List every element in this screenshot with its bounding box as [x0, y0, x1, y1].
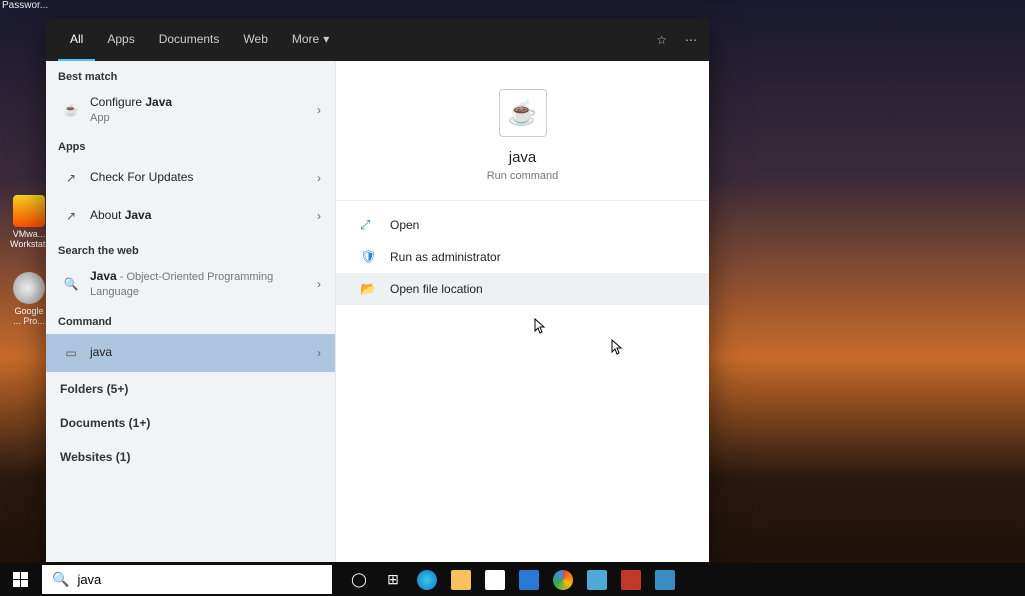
taskbar-app-explorer[interactable] — [446, 563, 476, 596]
result-web-java[interactable]: 🔍 Java - Object-Oriented Programming Lan… — [46, 263, 335, 306]
tab-web[interactable]: Web — [231, 19, 279, 61]
taskbar-app-chrome[interactable] — [548, 563, 578, 596]
cortana-button[interactable]: ◯ — [344, 563, 374, 596]
search-tabs-bar: All Apps Documents Web More▾ ☆ ⋯ — [46, 19, 709, 61]
action-run-as-admin[interactable]: 🛡 Run as administrator — [336, 241, 709, 273]
desktop-icons: VMwa... Workstat... Google ... Pro... — [10, 195, 48, 349]
result-about-java[interactable]: ↗ About Java › — [46, 197, 335, 235]
result-websites[interactable]: Websites (1) — [46, 440, 335, 474]
taskbar-app-generic1[interactable] — [582, 563, 612, 596]
results-list: Best match ☕ Configure JavaApp › Apps ↗ … — [46, 61, 335, 562]
action-label: Open — [390, 218, 419, 232]
preview-pane: ☕ java Run command ⤢ Open 🛡 Run as admin… — [335, 61, 709, 562]
update-icon: ↗ — [60, 171, 82, 185]
cursor-icon — [534, 318, 546, 334]
section-apps: Apps — [46, 131, 335, 159]
action-label: Open file location — [390, 282, 483, 296]
taskview-button[interactable]: ⊞ — [378, 563, 408, 596]
command-icon: ▭ — [60, 346, 82, 360]
about-icon: ↗ — [60, 209, 82, 223]
tab-more[interactable]: More▾ — [280, 19, 341, 61]
desktop-shortcut-googleearth[interactable]: Google ... Pro... — [10, 272, 48, 326]
section-search-web: Search the web — [46, 235, 335, 263]
admin-icon: 🛡 — [360, 249, 380, 265]
tab-apps[interactable]: Apps — [95, 19, 146, 61]
start-button[interactable] — [0, 563, 40, 596]
search-icon: 🔍 — [60, 277, 82, 291]
section-best-match: Best match — [46, 61, 335, 89]
taskbar: 🔍 ◯ ⊞ — [0, 563, 1025, 596]
action-open-file-location[interactable]: 📂 Open file location — [336, 273, 709, 305]
chevron-right-icon: › — [317, 346, 321, 360]
chevron-right-icon: › — [317, 209, 321, 223]
taskbar-search[interactable]: 🔍 — [42, 565, 332, 594]
result-folders[interactable]: Folders (5+) — [46, 372, 335, 406]
preview-title: java — [336, 149, 709, 166]
windows-logo-icon — [13, 572, 28, 587]
desktop-shortcut-vmware[interactable]: VMwa... Workstat... — [10, 195, 48, 249]
action-label: Run as administrator — [390, 250, 501, 264]
cursor-icon — [611, 339, 623, 355]
java-app-icon: ☕ — [499, 89, 547, 137]
taskbar-app-mail[interactable] — [514, 563, 544, 596]
open-icon: ⤢ — [360, 217, 380, 233]
result-documents[interactable]: Documents (1+) — [46, 406, 335, 440]
feedback-icon[interactable]: ☆ — [656, 33, 667, 47]
taskbar-app-generic2[interactable] — [616, 563, 646, 596]
desktop-shortcut-label: Google ... Pro... — [10, 306, 48, 326]
tab-all[interactable]: All — [58, 19, 95, 61]
search-icon: 🔍 — [52, 571, 69, 588]
result-command-java[interactable]: ▭ java › — [46, 334, 335, 372]
tab-documents[interactable]: Documents — [147, 19, 232, 61]
action-open[interactable]: ⤢ Open — [336, 209, 709, 241]
chevron-right-icon: › — [317, 171, 321, 185]
desktop-shortcut-label: VMwa... Workstat... — [10, 229, 48, 249]
chevron-right-icon: › — [317, 277, 321, 291]
taskbar-apps: ◯ ⊞ — [344, 563, 680, 596]
more-options-icon[interactable]: ⋯ — [685, 33, 697, 47]
section-command: Command — [46, 306, 335, 334]
search-input[interactable] — [77, 572, 322, 587]
start-search-panel: All Apps Documents Web More▾ ☆ ⋯ Best ma… — [46, 19, 709, 562]
folder-icon: 📂 — [360, 281, 380, 297]
taskbar-app-generic3[interactable] — [650, 563, 680, 596]
java-icon: ☕ — [60, 103, 82, 117]
chevron-right-icon: › — [317, 103, 321, 117]
result-configure-java[interactable]: ☕ Configure JavaApp › — [46, 89, 335, 131]
taskbar-app-edge[interactable] — [412, 563, 442, 596]
window-title-truncated: Passwor... — [2, 0, 48, 11]
preview-subtitle: Run command — [336, 170, 709, 182]
taskbar-app-store[interactable] — [480, 563, 510, 596]
result-check-updates[interactable]: ↗ Check For Updates › — [46, 159, 335, 197]
